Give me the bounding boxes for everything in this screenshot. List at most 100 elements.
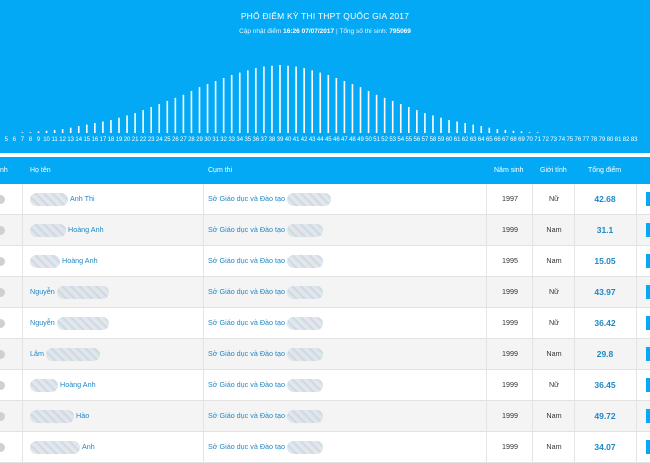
chart-bar [488, 127, 491, 133]
header-cluster[interactable]: Cụm thi [208, 167, 232, 174]
total-score: 29.8 [596, 349, 614, 359]
chart-bar [319, 72, 322, 133]
chart-tick-label: 57 [422, 137, 429, 143]
chart-bar [230, 74, 233, 133]
table-row[interactable]: Anh Thi Sở Giáo dục và Đào tạo 1997 Nữ 42.68 [0, 184, 650, 215]
chart-tick-label: 59 [438, 137, 445, 143]
table-row[interactable]: Hoàng Anh Sở Giáo dục và Đào tạo 1995 Nam 15… [0, 246, 650, 277]
header-year[interactable]: Năm sinh [494, 167, 524, 174]
table-row[interactable]: Nguyễn Sở Giáo dục và Đào tạo 1999 Nữ 36.42 [0, 308, 650, 339]
chart-tick-label: 64 [478, 137, 485, 143]
table-row[interactable]: Lâm Sở Giáo dục và Đào tạo 1999 Nam 29.8 [0, 339, 650, 370]
chart-tick-label: 29 [196, 137, 203, 143]
chart-tick-label: 34 [236, 137, 243, 143]
chart-tick-label: 5 [5, 137, 9, 143]
student-name[interactable]: Nguyễn [30, 308, 109, 338]
student-name[interactable]: Hoàng Anh [30, 215, 104, 245]
exam-cluster[interactable]: Sở Giáo dục và Đào tạo [208, 184, 332, 214]
cluster-text: Sở Giáo dục và Đào tạo [208, 380, 286, 389]
chart-tick-label: 65 [486, 137, 493, 143]
chart-tick-label: 71 [534, 137, 541, 143]
redacted-text [287, 409, 324, 423]
detail-button[interactable] [646, 409, 650, 423]
avatar [0, 288, 5, 297]
page-header: PHỔ ĐIỂM KỲ THI THPT QUỐC GIA 2017 Cập n… [0, 0, 650, 153]
chart-bar [327, 74, 330, 133]
detail-button[interactable] [646, 440, 650, 454]
exam-cluster[interactable]: Sở Giáo dục và Đào tạo [208, 370, 324, 400]
chart-tick-label: 41 [293, 137, 300, 143]
exam-cluster[interactable]: Sở Giáo dục và Đào tạo [208, 308, 324, 338]
detail-button[interactable] [646, 347, 650, 361]
total-score: 43.97 [594, 287, 616, 297]
redacted-text [56, 285, 109, 299]
total-score: 49.72 [594, 411, 616, 421]
results-table: Anh Thi Sở Giáo dục và Đào tạo 1997 Nữ 42.68… [0, 184, 650, 463]
chart-tick-label: 46 [333, 137, 340, 143]
chart-tick-label: 26 [172, 137, 179, 143]
chart-tick-label: 35 [244, 137, 251, 143]
chart-tick-label: 8 [29, 137, 33, 143]
total-count: 795069 [389, 28, 411, 35]
name-text: Anh Thi [70, 194, 95, 203]
redacted-text [287, 192, 332, 206]
table-row[interactable]: Hào Sở Giáo dục và Đào tạo 1999 Nam 49.72 [0, 401, 650, 432]
chart-bar [150, 107, 152, 133]
table-row[interactable]: Anh Sở Giáo dục và Đào tạo 1999 Nam 34.07 [0, 432, 650, 463]
chart-bar [45, 130, 48, 133]
gender: Nam [546, 225, 562, 234]
detail-button[interactable] [646, 285, 650, 299]
chart-bar [222, 77, 225, 133]
student-name[interactable]: Anh [30, 432, 95, 462]
header-gender[interactable]: Giới tính [540, 167, 567, 174]
student-name[interactable]: Hoàng Anh [30, 370, 96, 400]
chart-tick-label: 78 [591, 137, 598, 143]
redacted-text [287, 223, 324, 237]
chart-bar [37, 131, 40, 133]
redacted-text [30, 409, 74, 423]
exam-cluster[interactable]: Sở Giáo dục và Đào tạo [208, 215, 324, 245]
student-name[interactable]: Anh Thi [30, 184, 95, 214]
chart-bar [416, 110, 418, 133]
chart-tick-label: 79 [599, 137, 606, 143]
table-row[interactable]: Hoàng Anh Sở Giáo dục và Đào tạo 1999 Nam 31… [0, 215, 650, 246]
chart-bar [295, 66, 297, 133]
chart-bar [158, 103, 161, 133]
detail-button[interactable] [646, 316, 650, 330]
table-row[interactable]: Nguyễn Sở Giáo dục và Đào tạo 1999 Nữ 43.97 [0, 277, 650, 308]
student-name[interactable]: Hoàng Anh [30, 246, 98, 276]
total-score: 34.07 [594, 442, 616, 452]
cluster-text: Sở Giáo dục và Đào tạo [208, 318, 286, 327]
exam-cluster[interactable]: Sở Giáo dục và Đào tạo [208, 277, 324, 307]
student-name[interactable]: Hào [30, 401, 89, 431]
student-name[interactable]: Nguyễn [30, 277, 109, 307]
header-score[interactable]: Tổng điểm [588, 167, 621, 174]
detail-button[interactable] [646, 192, 650, 206]
detail-button[interactable] [646, 254, 650, 268]
chart-bar [198, 87, 201, 133]
table-row[interactable]: Hoàng Anh Sở Giáo dục và Đào tạo 1999 Nữ 36.… [0, 370, 650, 401]
detail-button[interactable] [646, 223, 650, 237]
redacted-text [287, 285, 324, 299]
detail-button[interactable] [646, 378, 650, 392]
gender: Nữ [548, 380, 559, 389]
avatar [0, 412, 5, 421]
cluster-text: Sở Giáo dục và Đào tạo [208, 442, 286, 451]
exam-cluster[interactable]: Sở Giáo dục và Đào tạo [208, 432, 324, 462]
chart-tick-label: 51 [373, 137, 380, 143]
header-name[interactable]: Họ tên [30, 167, 51, 174]
chart-bar [351, 84, 354, 133]
student-name[interactable]: Lâm [30, 339, 100, 369]
separator: | [335, 28, 338, 35]
cluster-text: Sở Giáo dục và Đào tạo [208, 256, 286, 265]
chart-bar [142, 110, 144, 133]
exam-cluster[interactable]: Sở Giáo dục và Đào tạo [208, 401, 324, 431]
exam-cluster[interactable]: Sở Giáo dục và Đào tạo [208, 339, 324, 369]
redacted-text [287, 440, 324, 454]
avatar [0, 381, 5, 390]
chart-bar [480, 126, 483, 133]
birth-year: 1995 [502, 256, 518, 265]
exam-cluster[interactable]: Sở Giáo dục và Đào tạo [208, 246, 324, 276]
chart-tick-label: 20 [124, 137, 131, 143]
chart-bar [86, 124, 88, 133]
